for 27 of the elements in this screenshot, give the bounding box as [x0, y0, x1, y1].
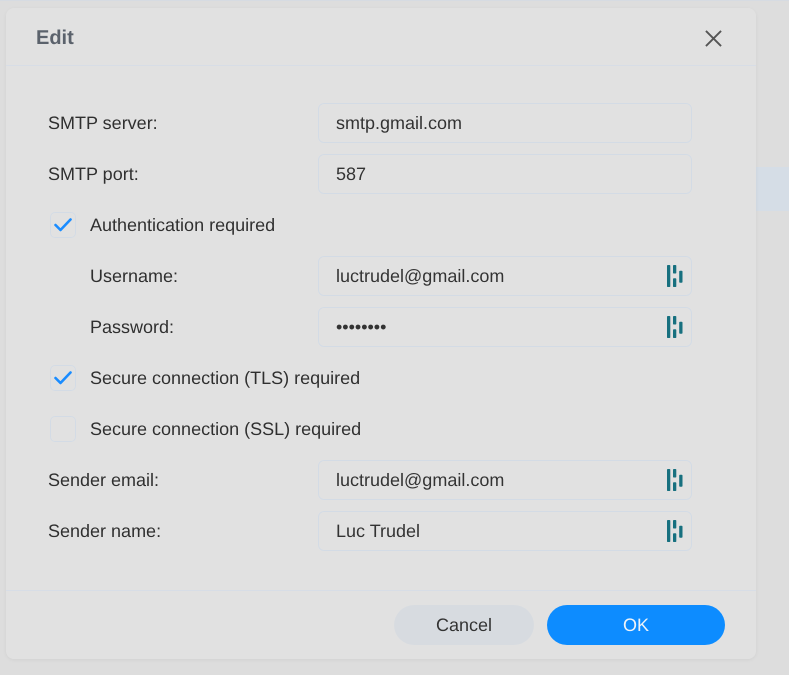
input-field[interactable]: luctrudel@gmail.com: [318, 460, 692, 500]
field-label: Password:: [90, 316, 176, 338]
field-label: SMTP port:: [48, 164, 140, 184]
bars-icon[interactable]: [667, 316, 683, 338]
checkmark-icon: [54, 371, 72, 385]
dialog-title: Edit: [36, 26, 74, 50]
field-label: Sender email:: [48, 470, 160, 490]
input-field[interactable]: 587: [318, 154, 692, 194]
input-field[interactable]: smtp.gmail.com: [318, 103, 692, 143]
bars-icon[interactable]: [667, 469, 683, 491]
cancel-button[interactable]: Cancel: [394, 605, 534, 645]
close-icon: [705, 30, 722, 46]
checkbox-label[interactable]: Secure connection (TLS) required: [90, 368, 360, 388]
checkbox[interactable]: [50, 365, 76, 391]
checkbox-label[interactable]: Authentication required: [90, 214, 276, 236]
close-button[interactable]: [705, 30, 722, 46]
field-label: SMTP server:: [48, 112, 159, 134]
bars-icon[interactable]: [667, 265, 683, 287]
checkmark-icon: [54, 218, 72, 232]
bars-icon[interactable]: [667, 520, 683, 542]
input-field[interactable]: ••••••••: [318, 307, 692, 347]
field-label: Username:: [90, 266, 180, 286]
input-field[interactable]: Luc Trudel: [318, 511, 692, 551]
checkbox[interactable]: [50, 212, 76, 238]
field-label: Sender name:: [48, 520, 162, 542]
input-field[interactable]: luctrudel@gmail.com: [318, 256, 692, 296]
checkbox-label[interactable]: Secure connection (SSL) required: [90, 418, 362, 440]
